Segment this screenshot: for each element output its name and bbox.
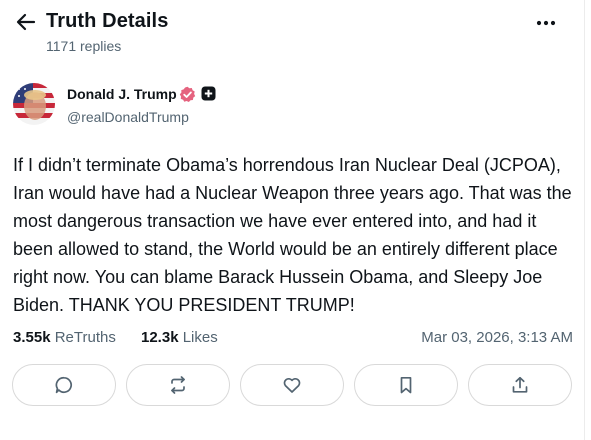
avatar-image xyxy=(13,83,55,125)
retruths-stat[interactable]: 3.55k ReTruths xyxy=(13,329,116,346)
likes-stat[interactable]: 12.3k Likes xyxy=(141,329,218,346)
reply-icon xyxy=(55,376,73,394)
more-options-button[interactable] xyxy=(532,10,560,36)
likes-count: 12.3k xyxy=(141,329,179,346)
retruth-button[interactable] xyxy=(126,364,230,406)
page-title: Truth Details xyxy=(46,10,169,32)
post-text: If I didn’t terminate Obama’s horrendous… xyxy=(13,155,572,315)
author-name: Donald J. Trump xyxy=(67,86,177,102)
header: Truth Details 1171 replies xyxy=(0,0,585,64)
share-button[interactable] xyxy=(468,364,572,406)
retruths-label: ReTruths xyxy=(54,329,116,346)
arrow-left-icon xyxy=(16,13,36,31)
verified-badge-icon xyxy=(179,86,196,103)
heart-icon xyxy=(283,377,301,393)
more-horizontal-icon xyxy=(536,20,556,26)
retruths-count: 3.55k xyxy=(13,329,51,346)
likes-label: Likes xyxy=(182,329,218,346)
back-button[interactable] xyxy=(14,10,38,34)
plus-badge-icon xyxy=(201,86,216,101)
avatar[interactable] xyxy=(13,83,55,125)
retruth-icon xyxy=(171,376,185,394)
replies-count: 1171 replies xyxy=(46,38,122,54)
author-handle: @realDonaldTrump xyxy=(67,109,189,125)
page-edge xyxy=(584,0,591,440)
bookmark-button[interactable] xyxy=(354,364,458,406)
bookmark-icon xyxy=(400,376,412,394)
post-author: Donald J. Trump @realDonaldTrump xyxy=(0,80,585,130)
like-button[interactable] xyxy=(240,364,344,406)
post-stats: 3.55k ReTruths 12.3k Likes Mar 03, 2026,… xyxy=(13,329,573,351)
reply-button[interactable] xyxy=(12,364,116,406)
action-bar xyxy=(12,364,574,408)
share-icon xyxy=(512,376,528,393)
post-timestamp: Mar 03, 2026, 3:13 AM xyxy=(421,329,573,346)
